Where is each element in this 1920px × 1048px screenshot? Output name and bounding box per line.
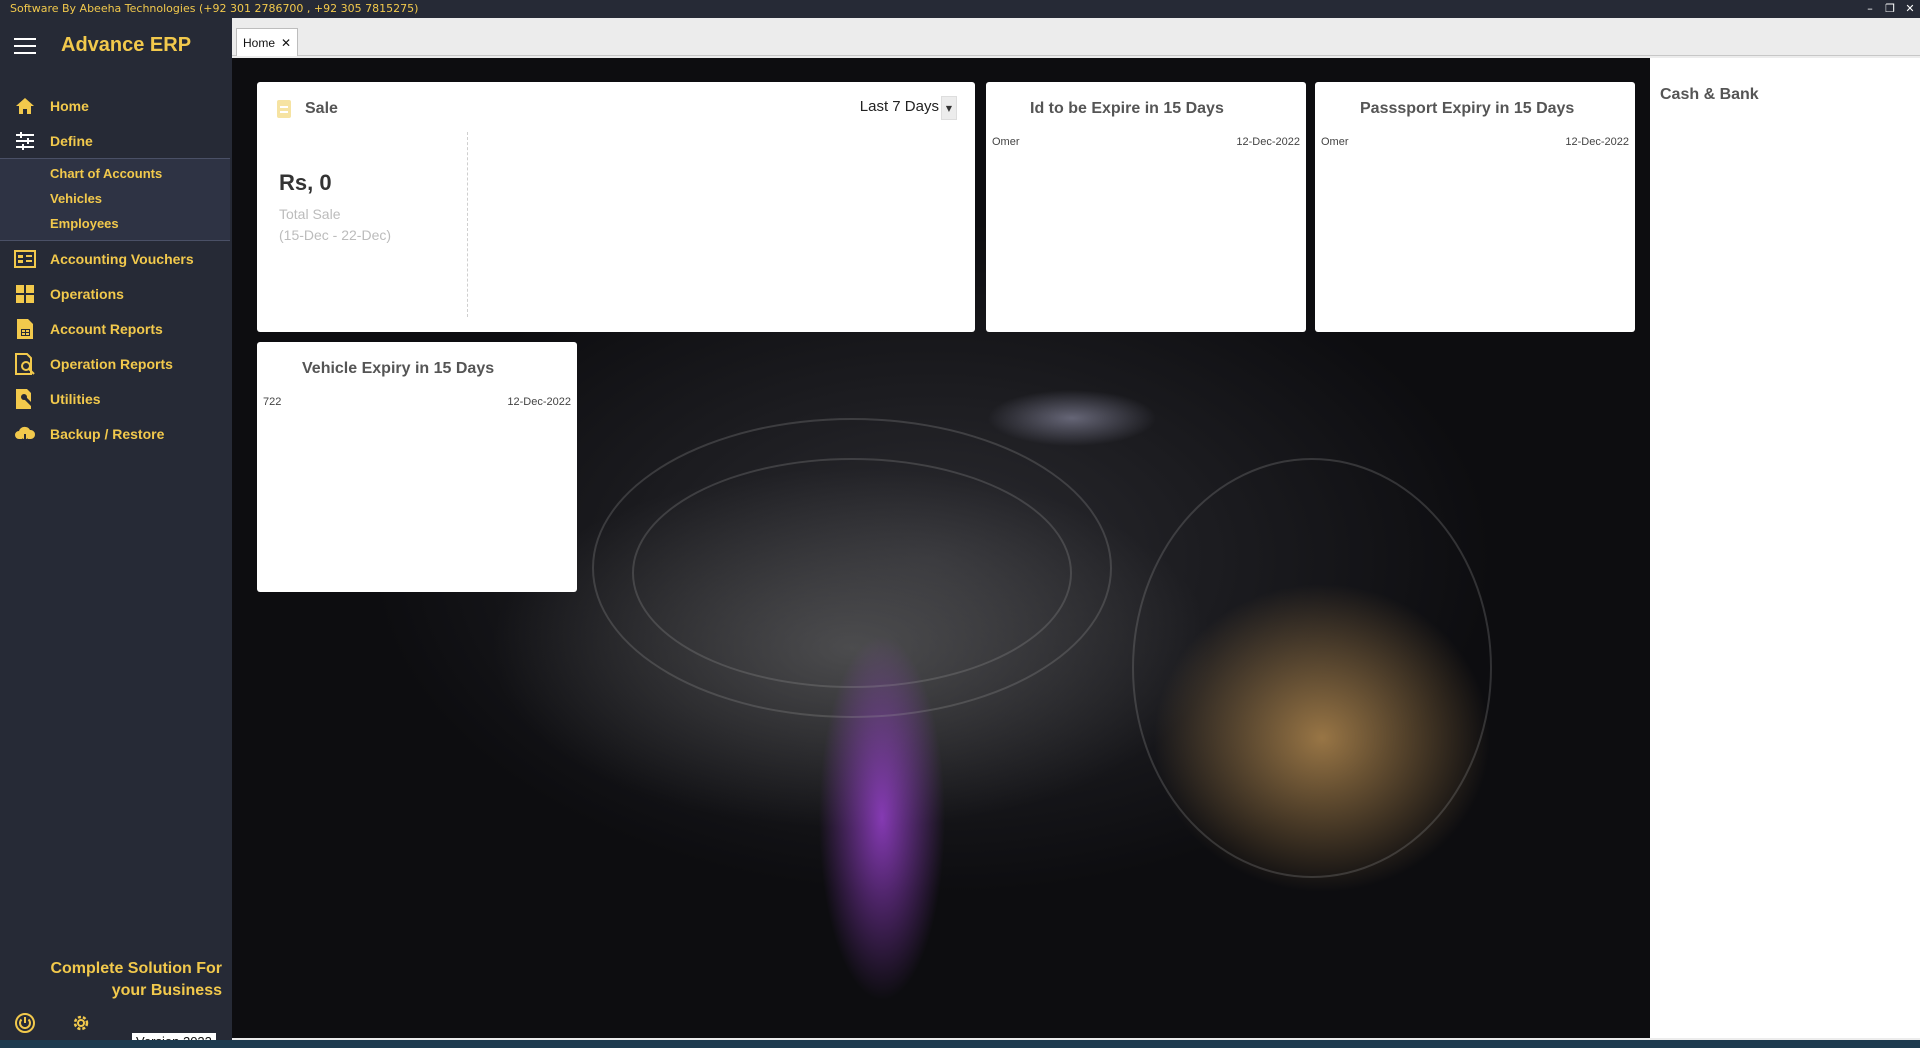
chevron-down-icon[interactable]: ▼ xyxy=(941,96,957,120)
define-submenu: Chart of Accounts Vehicles Employees xyxy=(0,158,230,241)
expiry-date: 12-Dec-2022 xyxy=(507,396,571,408)
sale-caption: Total Sale xyxy=(279,206,341,222)
employee-name: Omer xyxy=(1321,136,1349,148)
hamburger-menu-icon[interactable] xyxy=(14,38,36,54)
close-window-button[interactable]: ✕ xyxy=(1900,0,1920,18)
gear-icon[interactable] xyxy=(70,1012,92,1038)
sliders-icon xyxy=(14,130,36,152)
expiry-date: 12-Dec-2022 xyxy=(1236,136,1300,148)
sidebar-item-backup-restore[interactable]: Backup / Restore xyxy=(0,416,230,451)
tagline: Complete Solution For your Business xyxy=(50,958,222,1002)
panel-title: Cash & Bank xyxy=(1660,86,1759,103)
background-decor xyxy=(1132,458,1492,878)
sidebar-item-utilities[interactable]: Utilities xyxy=(0,381,230,416)
tagline-line: your Business xyxy=(111,982,222,999)
sale-amount: Rs, 0 xyxy=(279,170,332,195)
close-tab-icon[interactable]: ✕ xyxy=(281,36,291,50)
home-icon xyxy=(14,95,36,117)
sidebar-item-label: Define xyxy=(50,132,93,149)
employee-name: Omer xyxy=(992,136,1020,148)
sidebar-item-label: Backup / Restore xyxy=(50,425,165,442)
minimize-button[interactable]: – xyxy=(1860,0,1880,18)
submenu-item-employees[interactable]: Employees xyxy=(0,211,230,236)
list-item: Omer 12-Dec-2022 xyxy=(992,136,1300,148)
power-icon[interactable] xyxy=(14,1012,36,1038)
tagline-line: Complete Solution For xyxy=(50,960,222,977)
sidebar: Advance ERP Home Define Chart of Account… xyxy=(0,18,230,1048)
sidebar-item-label: Home xyxy=(50,97,89,114)
vehicle-number: 722 xyxy=(263,396,282,408)
main-area: Home ✕ Sale Last 7 Days ▼ Rs, 0 Total Sa… xyxy=(232,18,1920,1040)
sidebar-item-define[interactable]: Define xyxy=(0,123,230,158)
utilities-icon xyxy=(14,388,36,410)
sidebar-nav: Home Define Chart of Accounts Vehicles E… xyxy=(0,88,230,451)
submenu-item-vehicles[interactable]: Vehicles xyxy=(0,186,230,211)
cloud-icon xyxy=(14,423,36,445)
submenu-item-chart-of-accounts[interactable]: Chart of Accounts xyxy=(0,161,230,186)
card-divider xyxy=(467,132,468,317)
sidebar-item-label: Account Reports xyxy=(50,320,163,337)
sidebar-item-label: Accounting Vouchers xyxy=(50,250,194,267)
sidebar-item-operations[interactable]: Operations xyxy=(0,276,230,311)
window-title-bar: Software By Abeeha Technologies (+92 301… xyxy=(0,0,1920,18)
passport-expiry-card: Passsport Expiry in 15 Days Omer 12-Dec-… xyxy=(1315,82,1635,332)
tab-home[interactable]: Home ✕ xyxy=(236,28,299,56)
sidebar-item-home[interactable]: Home xyxy=(0,88,230,123)
sale-document-icon xyxy=(277,100,291,118)
card-title: Vehicle Expiry in 15 Days xyxy=(302,360,495,377)
sale-date-range: (15-Dec - 22-Dec) xyxy=(279,227,392,243)
sidebar-item-accounting-vouchers[interactable]: Accounting Vouchers xyxy=(0,241,230,276)
brand-name: Advance ERP xyxy=(61,34,192,56)
list-item: Omer 12-Dec-2022 xyxy=(1321,136,1629,148)
tab-label: Home xyxy=(243,35,276,50)
operations-icon xyxy=(14,283,36,305)
report-icon xyxy=(14,318,36,340)
cash-bank-panel: Cash & Bank xyxy=(1650,58,1920,1038)
sidebar-item-account-reports[interactable]: Account Reports xyxy=(0,311,230,346)
window-controls: – ❐ ✕ xyxy=(1860,0,1920,18)
sidebar-item-label: Utilities xyxy=(50,390,101,407)
sidebar-bottom-icons xyxy=(14,1012,92,1038)
restore-button[interactable]: ❐ xyxy=(1880,0,1900,18)
sidebar-item-operation-reports[interactable]: Operation Reports xyxy=(0,346,230,381)
taskbar xyxy=(0,1040,1920,1048)
period-select-value[interactable]: Last 7 Days xyxy=(860,98,939,115)
list-item: 722 12-Dec-2022 xyxy=(263,396,571,408)
sale-card: Sale Last 7 Days ▼ Rs, 0 Total Sale (15-… xyxy=(257,82,975,332)
sidebar-item-label: Operation Reports xyxy=(50,355,173,372)
search-report-icon xyxy=(14,352,36,375)
sidebar-item-label: Operations xyxy=(50,285,124,302)
card-title: Id to be Expire in 15 Days xyxy=(1030,100,1224,117)
card-title: Sale xyxy=(305,100,338,117)
window-title: Software By Abeeha Technologies (+92 301… xyxy=(10,2,419,15)
expiry-date: 12-Dec-2022 xyxy=(1565,136,1629,148)
dashboard-background-image: Sale Last 7 Days ▼ Rs, 0 Total Sale (15-… xyxy=(232,58,1650,1038)
vehicle-expiry-card: Vehicle Expiry in 15 Days 722 12-Dec-202… xyxy=(257,342,577,592)
background-decor xyxy=(632,458,1072,688)
tab-strip: Home ✕ xyxy=(232,26,1920,56)
voucher-icon xyxy=(14,248,36,270)
id-expiry-card: Id to be Expire in 15 Days Omer 12-Dec-2… xyxy=(986,82,1306,332)
card-title: Passsport Expiry in 15 Days xyxy=(1360,100,1575,117)
